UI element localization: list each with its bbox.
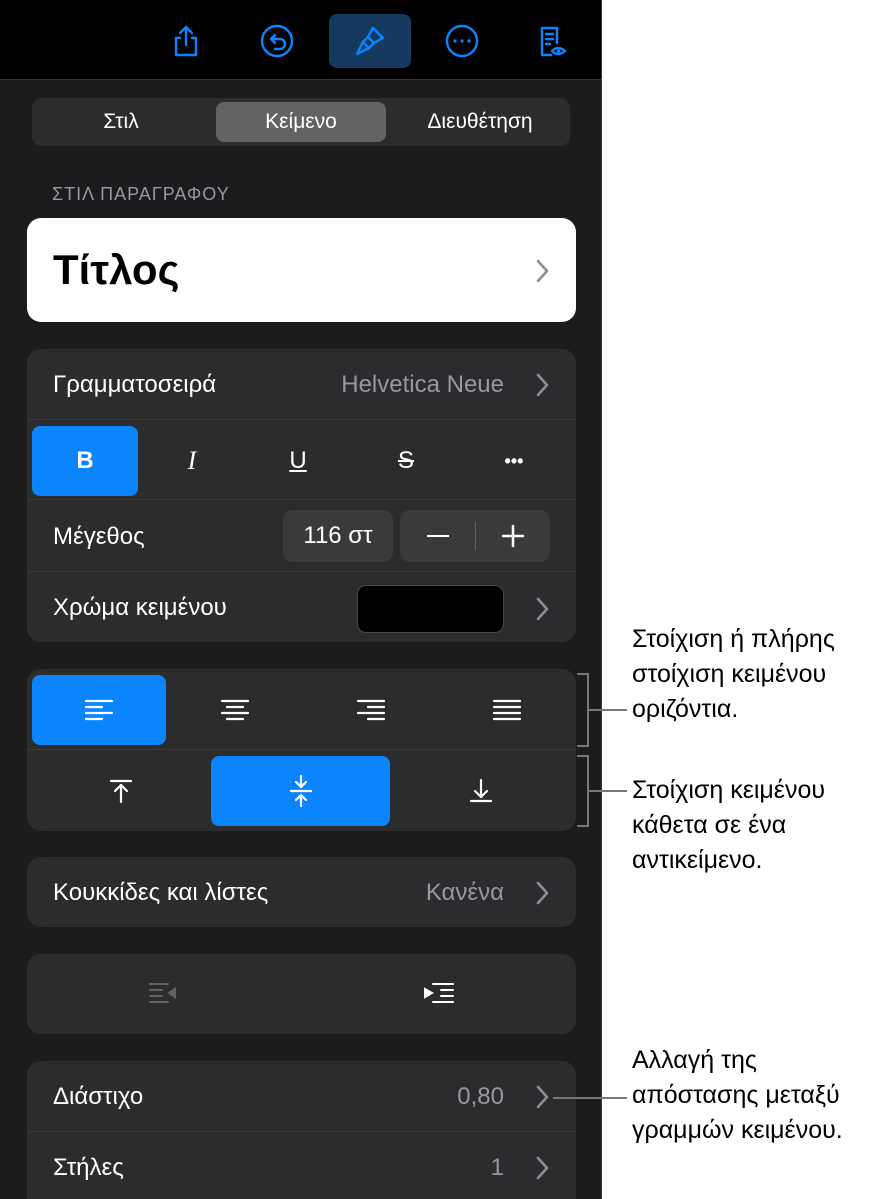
underline-button[interactable]: U (245, 426, 351, 496)
callout-line-text: οριζόντια. (632, 695, 739, 723)
decrease-indent-button[interactable] (32, 959, 298, 1029)
italic-button[interactable]: I (139, 426, 245, 496)
paragraph-style-selector[interactable]: Τίτλος (27, 218, 576, 322)
callout-line (589, 709, 627, 711)
callout-line-text: αντικείμενο. (632, 846, 763, 874)
undo-icon (260, 24, 294, 58)
chevron-right-icon (534, 1084, 550, 1110)
align-center-icon (220, 699, 250, 721)
line-spacing-label: Διάστιχο (53, 1083, 144, 1110)
columns-row[interactable]: Στήλες 1 (27, 1132, 576, 1199)
minus-icon (426, 534, 449, 538)
callout-line-text: γραμμών κειμένου. (632, 1116, 843, 1144)
increase-indent-icon (424, 983, 454, 1003)
share-icon (174, 25, 198, 57)
bullets-label: Κουκκίδες και λίστες (53, 879, 269, 906)
chevron-right-icon (534, 596, 550, 622)
font-value: Helvetica Neue (341, 371, 504, 398)
spacing-group: Διάστιχο 0,80 Στήλες 1 (27, 1061, 576, 1199)
plus-icon (501, 524, 524, 548)
size-label: Μέγεθος (53, 523, 145, 550)
reading-view-icon (540, 26, 567, 57)
paragraph-style-label: ΣΤΙΛ ΠΑΡΑΓΡΑΦΟΥ (52, 184, 230, 204)
stage: Στιλ Κείμενο Διευθέτηση ΣΤΙΛ ΠΑΡΑΓΡΑΦΟΥ … (0, 0, 892, 1199)
decrease-indent-icon (149, 983, 176, 1003)
alignment-group (27, 669, 576, 831)
callout-line-spacing: Αλλαγή της απόστασης μεταξύ γραμμών κειμ… (632, 1043, 843, 1148)
align-middle-icon (289, 774, 312, 808)
align-center-button[interactable] (168, 675, 302, 745)
callout-line (553, 1097, 627, 1099)
line-spacing-value: 0,80 (457, 1083, 504, 1110)
justify-icon (492, 699, 522, 721)
toolbar (0, 0, 601, 80)
callout-line-text: στοίχιση κειμένου (632, 660, 827, 688)
align-middle-button[interactable] (211, 756, 390, 826)
tab-bar: Στιλ Κείμενο Διευθέτηση (32, 98, 570, 146)
columns-value: 1 (490, 1154, 504, 1181)
paragraph-style-value: Τίτλος (53, 246, 180, 293)
font-label: Γραμματοσειρά (53, 371, 217, 398)
align-top-icon (109, 779, 133, 804)
more-icon (445, 24, 479, 58)
callout-vertical-alignment: Στοίχιση κειμένου κάθετα σε ένα αντικείμ… (632, 773, 825, 878)
horizontal-align-bracket (577, 673, 589, 747)
chevron-right-icon (534, 880, 550, 906)
bullets-row[interactable]: Κουκκίδες και λίστες Κανένα (27, 857, 576, 927)
font-size-stepper (400, 510, 550, 562)
chevron-right-icon (534, 372, 550, 398)
share-button[interactable] (145, 14, 227, 68)
tab-style[interactable]: Στιλ (36, 102, 206, 142)
tab-text[interactable]: Κείμενο (216, 102, 386, 142)
font-row[interactable]: Γραμματοσειρά Helvetica Neue (27, 349, 576, 419)
align-top-button[interactable] (32, 756, 210, 826)
increase-indent-button[interactable] (305, 959, 571, 1029)
more-styles-button[interactable]: ••• (461, 426, 567, 496)
chevron-right-icon (534, 258, 550, 284)
text-color-swatch[interactable] (357, 585, 504, 633)
bullets-value: Κανένα (425, 879, 504, 906)
callout-line-text: κάθετα σε ένα (632, 811, 787, 839)
callout-line-text: Στοίχιση ή πλήρης (632, 625, 835, 653)
columns-label: Στήλες (53, 1154, 124, 1181)
divider (27, 419, 576, 420)
text-color-label: Χρώμα κειμένου (53, 594, 227, 621)
align-left-button[interactable] (32, 675, 166, 745)
align-bottom-icon (469, 778, 493, 803)
reading-view-button[interactable] (510, 14, 592, 68)
format-button[interactable] (329, 14, 411, 68)
divider (27, 499, 576, 500)
more-button[interactable] (421, 14, 503, 68)
strikethrough-button[interactable]: S (353, 426, 459, 496)
callout-line-text: απόστασης μεταξύ (632, 1081, 840, 1109)
align-bottom-button[interactable] (392, 756, 570, 826)
vertical-align-bracket (577, 755, 589, 827)
callout-line (589, 790, 627, 792)
divider (27, 749, 576, 750)
bold-button[interactable]: B (32, 426, 138, 496)
format-brush-icon (355, 26, 385, 56)
decrease-size-button[interactable] (400, 510, 475, 562)
justify-button[interactable] (440, 675, 574, 745)
align-left-icon (84, 699, 114, 721)
chevron-right-icon (534, 1155, 550, 1181)
tab-arrange[interactable]: Διευθέτηση (394, 102, 566, 142)
indent-group (27, 954, 576, 1034)
callout-horizontal-alignment: Στοίχιση ή πλήρης στοίχιση κειμένου οριζ… (632, 622, 835, 727)
font-group: Γραμματοσειρά Helvetica Neue B I U S •••… (27, 349, 576, 642)
line-spacing-row[interactable]: Διάστιχο 0,80 (27, 1061, 576, 1131)
font-size-field[interactable]: 116 στ (283, 510, 393, 562)
format-panel: Στιλ Κείμενο Διευθέτηση ΣΤΙΛ ΠΑΡΑΓΡΑΦΟΥ … (0, 0, 602, 1199)
increase-size-button[interactable] (475, 510, 550, 562)
callout-line-text: Αλλαγή της (632, 1046, 757, 1074)
align-right-icon (356, 699, 386, 721)
align-right-button[interactable] (304, 675, 438, 745)
callout-line-text: Στοίχιση κειμένου (632, 776, 826, 804)
undo-button[interactable] (236, 14, 318, 68)
